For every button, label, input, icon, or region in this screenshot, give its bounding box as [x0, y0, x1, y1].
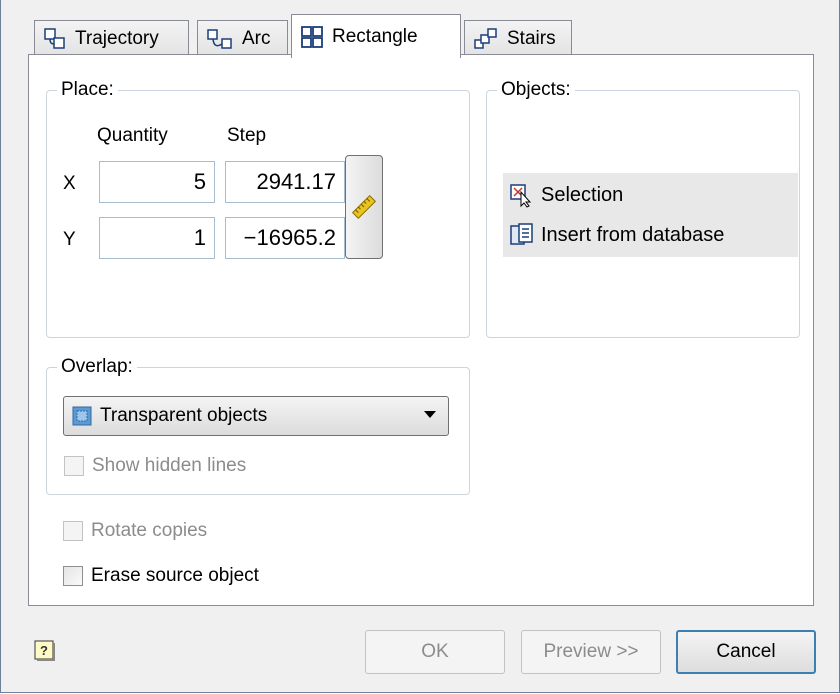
objects-legend: Objects:: [497, 79, 575, 101]
selection-label: Selection: [541, 183, 624, 206]
overlap-group: Overlap: Transparent objects Show hidden…: [46, 356, 470, 495]
erase-source-checkbox[interactable]: Erase source object: [63, 565, 259, 587]
x-label: X: [63, 173, 76, 194]
svg-text:?: ?: [40, 643, 48, 658]
tab-rectangle[interactable]: Rectangle: [291, 14, 461, 58]
tab-trajectory[interactable]: Trajectory: [34, 20, 189, 56]
x-quantity-input[interactable]: 5: [99, 161, 215, 203]
overlap-legend: Overlap:: [57, 356, 137, 378]
erase-source-box: [63, 566, 83, 586]
y-step-input[interactable]: −16965.2: [225, 217, 345, 259]
chevron-down-icon: [424, 411, 436, 418]
objects-group: Objects: Selection Insert from database: [486, 79, 800, 338]
x-step-input[interactable]: 2941.17: [225, 161, 345, 203]
database-icon: [510, 223, 533, 245]
show-hidden-lines-label: Show hidden lines: [92, 455, 247, 476]
arc-icon: [207, 28, 232, 49]
stairs-icon: [474, 27, 497, 49]
preview-button[interactable]: Preview >>: [521, 630, 661, 674]
dialog-window: Trajectory Arc Rectangle Stairs Place: Q…: [0, 0, 840, 693]
selection-item[interactable]: Selection: [509, 177, 623, 213]
cancel-button[interactable]: Cancel: [676, 630, 816, 674]
help-icon[interactable]: ?: [34, 640, 56, 662]
y-label: Y: [63, 229, 76, 250]
rotate-copies-label: Rotate copies: [91, 520, 208, 541]
trajectory-icon: [44, 27, 65, 49]
tab-stairs-label: Stairs: [507, 27, 556, 49]
selection-icon: [510, 184, 532, 208]
rotate-copies-checkbox[interactable]: Rotate copies: [63, 520, 207, 542]
rotate-copies-box: [63, 521, 83, 541]
place-legend: Place:: [57, 79, 118, 101]
insert-from-database-item[interactable]: Insert from database: [509, 217, 724, 253]
show-hidden-lines-checkbox[interactable]: Show hidden lines: [64, 455, 246, 477]
overlap-selected-value: Transparent objects: [100, 405, 268, 426]
ruler-icon: [351, 194, 377, 220]
measure-button[interactable]: [345, 155, 383, 259]
y-quantity-input[interactable]: 1: [99, 217, 215, 259]
rectangle-grid-icon: [301, 25, 323, 48]
erase-source-label: Erase source object: [91, 565, 259, 586]
place-group: Place: Quantity Step X Y 5 2941.17 1 −16…: [46, 79, 470, 338]
quantity-header: Quantity: [97, 125, 168, 146]
tab-panel-rectangle: Place: Quantity Step X Y 5 2941.17 1 −16…: [28, 54, 814, 606]
tab-rectangle-label: Rectangle: [332, 25, 418, 47]
show-hidden-lines-box: [64, 456, 84, 476]
tab-arc[interactable]: Arc: [197, 20, 288, 56]
tab-arc-label: Arc: [242, 27, 271, 49]
objects-list: Selection Insert from database: [503, 173, 798, 257]
step-header: Step: [227, 125, 267, 146]
tab-stairs[interactable]: Stairs: [464, 20, 572, 56]
transparent-objects-icon: [72, 406, 92, 426]
tab-trajectory-label: Trajectory: [75, 27, 159, 49]
ok-button[interactable]: OK: [365, 630, 505, 674]
insert-from-database-label: Insert from database: [541, 223, 725, 246]
overlap-select[interactable]: Transparent objects: [63, 396, 449, 436]
